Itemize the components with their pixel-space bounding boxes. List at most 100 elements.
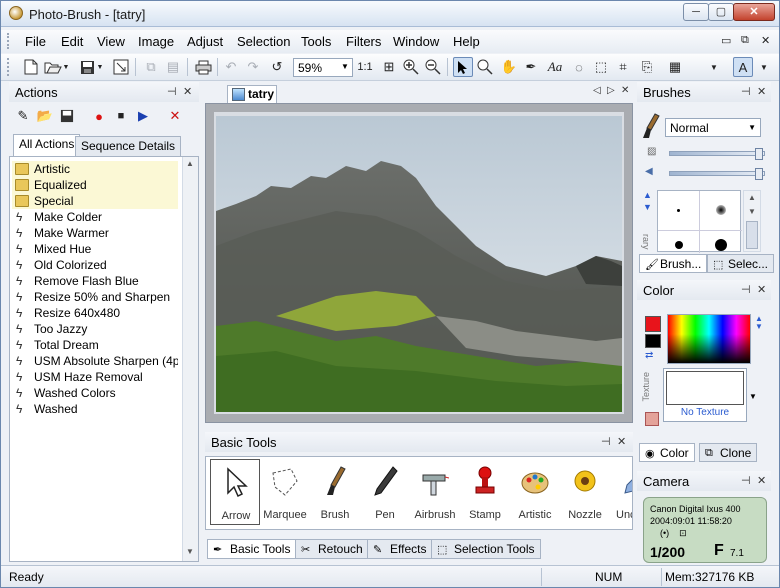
list-item[interactable]: ϟ USM Haze Removal [12, 369, 178, 385]
tool-airbrush[interactable]: Airbrush [410, 459, 460, 525]
tab-retouch[interactable]: ✂ Retouch [295, 539, 369, 559]
swap-colors-icon[interactable]: ⇄ [645, 350, 653, 361]
camera-pin-icon[interactable]: ⊣ [741, 474, 751, 487]
zoom-tool-icon[interactable] [475, 57, 495, 77]
list-item[interactable]: ϟ Total Dream [12, 337, 178, 353]
opacity-slider[interactable] [669, 151, 765, 156]
texture-eyedropper-icon[interactable] [645, 412, 659, 426]
history-icon[interactable]: ↺ [267, 57, 287, 77]
background-color-swatch[interactable] [645, 334, 661, 348]
tab-brush[interactable]: 🖌 Brush... [639, 254, 708, 273]
new-action-icon[interactable]: ✎ [13, 106, 33, 126]
hand-tool-icon[interactable]: ✋ [499, 57, 519, 77]
transform-icon[interactable]: ⎘ [637, 57, 657, 77]
actions-scrollbar[interactable]: ▲ ▼ [182, 157, 198, 561]
marquee-icon[interactable]: ⬚ [591, 57, 611, 77]
minimize-button[interactable]: ─ [683, 3, 709, 21]
mountain-photo[interactable] [216, 116, 622, 412]
toolbar-overflow-icon-2[interactable]: ▼ [759, 57, 769, 77]
print-icon[interactable] [193, 57, 213, 77]
save-dropdown-icon[interactable]: ▼ [95, 57, 105, 77]
tab-all-actions[interactable]: All Actions [13, 134, 81, 156]
toolbar-overflow-icon[interactable]: ▼ [709, 57, 719, 77]
brush-scroll-up-icon[interactable]: ▲ [643, 190, 652, 200]
tool-marquee[interactable]: Marquee [260, 459, 310, 525]
brush-scroll-down-icon[interactable]: ▼ [643, 202, 652, 212]
list-item[interactable]: ϟ Remove Flash Blue [12, 273, 178, 289]
list-item[interactable]: ϟ Make Colder [12, 209, 178, 225]
play-icon[interactable]: ▶ [133, 106, 153, 126]
menu-edit[interactable]: Edit [61, 34, 83, 49]
list-item[interactable]: ϟ Too Jazzy [12, 321, 178, 337]
basic-tools-close-icon[interactable]: ✕ [617, 435, 626, 448]
tab-sequence-details[interactable]: Sequence Details [75, 136, 182, 156]
brushes-pin-icon[interactable]: ⊣ [741, 85, 751, 98]
flow-slider-thumb[interactable] [755, 168, 763, 180]
save-icon[interactable] [77, 57, 97, 77]
copy-icon[interactable]: ⧉ [141, 57, 161, 77]
menu-adjust[interactable]: Adjust [187, 34, 223, 49]
close-button[interactable]: ✕ [733, 3, 775, 21]
menu-view[interactable]: View [97, 34, 125, 49]
menubar-grip[interactable] [7, 33, 10, 49]
actual-size-button[interactable]: 1:1 [355, 57, 375, 77]
tool-undo[interactable]: Unc [610, 459, 632, 525]
redo-icon[interactable]: ↷ [243, 57, 263, 77]
tool-pen[interactable]: Pen [360, 459, 410, 525]
tool-arrow[interactable]: Arrow [210, 459, 260, 525]
brushes-scrollbar[interactable]: ▲ ▼ [743, 190, 761, 252]
maximize-button[interactable]: ▢ [708, 3, 734, 21]
app-icon[interactable] [9, 6, 23, 20]
next-document-icon[interactable]: ▷ [607, 85, 615, 96]
list-item[interactable]: ϟ USM Absolute Sharpen (4pass [12, 353, 178, 369]
camera-close-icon[interactable]: ✕ [757, 474, 766, 487]
tool-artistic[interactable]: Artistic [510, 459, 560, 525]
list-item[interactable]: ϟ Resize 50% and Sharpen [12, 289, 178, 305]
menu-tools[interactable]: Tools [301, 34, 331, 49]
arrow-tool-icon[interactable] [453, 57, 473, 77]
stop-icon[interactable]: ■ [111, 106, 131, 126]
tool-stamp[interactable]: Stamp [460, 459, 510, 525]
undo-icon[interactable]: ↶ [221, 57, 241, 77]
flow-slider[interactable] [669, 171, 765, 176]
tab-effects[interactable]: ✎ Effects [367, 539, 433, 559]
opacity-slider-thumb[interactable] [755, 148, 763, 160]
texture-dropdown-icon[interactable]: ▼ [749, 392, 757, 401]
toolbar-grip[interactable] [7, 58, 10, 76]
text-antialias-icon[interactable]: A [733, 57, 753, 77]
grid-icon[interactable]: ▦ [665, 57, 685, 77]
brushes-close-icon[interactable]: ✕ [757, 85, 766, 98]
brush-thumb[interactable] [700, 231, 742, 253]
zoom-dropdown-icon[interactable]: ▼ [341, 62, 349, 71]
open-action-icon[interactable]: 📂 [35, 106, 55, 126]
eyedropper-icon[interactable]: ✒ [521, 57, 541, 77]
scroll-up-icon[interactable]: ▲ [748, 193, 756, 202]
list-item[interactable]: Special [12, 193, 178, 209]
tool-nozzle[interactable]: Nozzle [560, 459, 610, 525]
list-item[interactable]: ϟ Washed Colors [12, 385, 178, 401]
zoom-out-icon[interactable] [423, 57, 443, 77]
list-item[interactable]: ϟ Resize 640x480 [12, 305, 178, 321]
new-icon[interactable] [21, 57, 41, 77]
tab-clone[interactable]: ⧉ Clone [699, 443, 758, 462]
tab-color[interactable]: ◉ Color [639, 443, 695, 462]
delete-action-icon[interactable]: ✕ [165, 106, 185, 126]
crop-icon[interactable]: ⌗ [613, 57, 633, 77]
tool-brush[interactable]: Brush [310, 459, 360, 525]
color-spectrum[interactable] [667, 314, 751, 364]
mdi-minimize-button[interactable]: ▭ [721, 34, 731, 47]
actions-close-icon[interactable]: ✕ [183, 85, 192, 98]
brush-thumb[interactable] [658, 191, 700, 231]
tab-selection-tools[interactable]: ⬚ Selection Tools [431, 539, 541, 559]
scroll-down-icon[interactable]: ▼ [748, 207, 756, 216]
menu-filters[interactable]: Filters [346, 34, 381, 49]
menu-help[interactable]: Help [453, 34, 480, 49]
actions-pin-icon[interactable]: ⊣ [167, 85, 177, 98]
tab-selection[interactable]: ⬚ Selec... [707, 254, 775, 273]
fit-window-icon[interactable]: ⊞ [379, 57, 399, 77]
paste-icon[interactable]: ▤ [163, 57, 183, 77]
list-item[interactable]: Equalized [12, 177, 178, 193]
scroll-up-icon[interactable]: ▲ [186, 159, 194, 168]
color-close-icon[interactable]: ✕ [757, 283, 766, 296]
list-item[interactable]: ϟ Washed [12, 401, 178, 417]
